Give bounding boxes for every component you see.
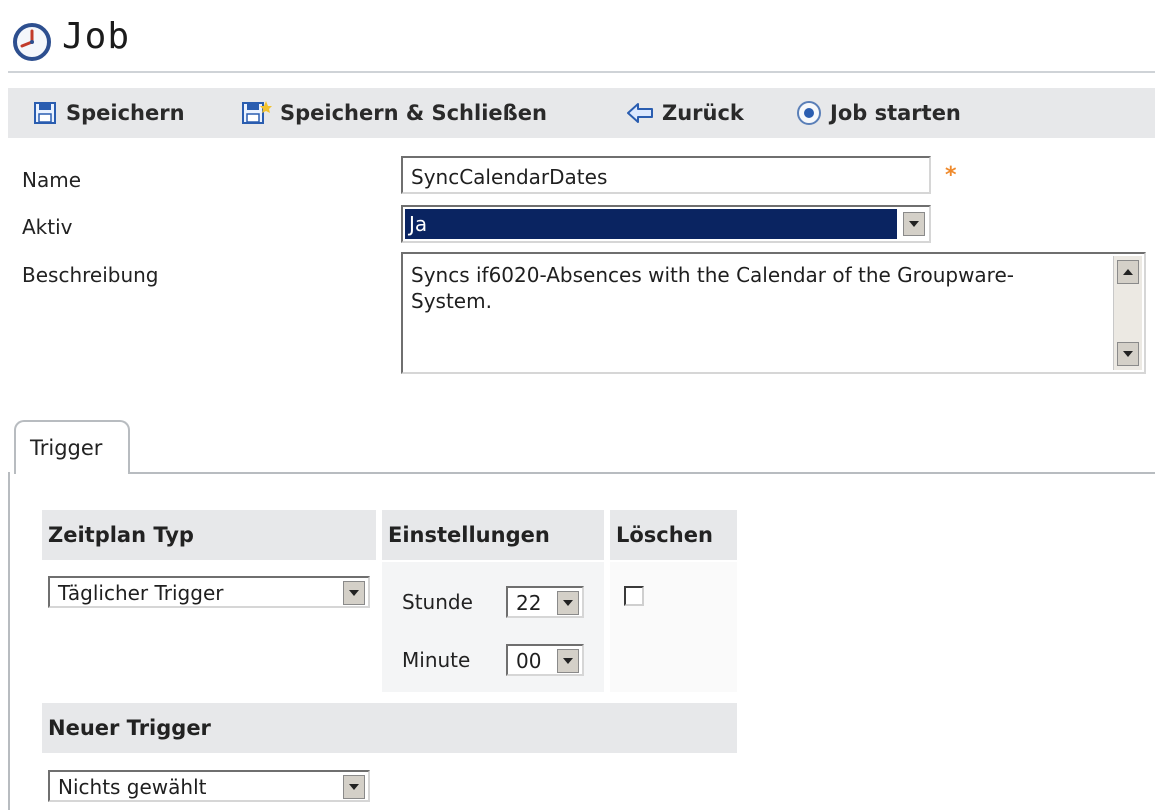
name-label: Name xyxy=(22,168,82,192)
save-label: Speichern xyxy=(66,101,185,125)
column-header-type: Zeitplan Typ xyxy=(42,510,376,560)
start-job-icon xyxy=(797,101,821,125)
description-scrollbar[interactable] xyxy=(1113,256,1142,370)
minute-select[interactable]: 00 xyxy=(506,644,584,676)
panel-border xyxy=(8,472,10,810)
description-value: Syncs if6020-Absences with the Calendar … xyxy=(411,263,1014,313)
description-label: Beschreibung xyxy=(22,263,159,287)
save-icon xyxy=(34,102,56,124)
active-label: Aktiv xyxy=(22,215,73,239)
chevron-down-icon[interactable] xyxy=(903,212,925,236)
new-trigger-select[interactable]: Nichts gewählt xyxy=(48,770,370,802)
save-button[interactable]: Speichern xyxy=(34,88,185,138)
back-button[interactable]: Zurück xyxy=(626,88,744,138)
minute-value: 00 xyxy=(516,649,542,673)
hour-label: Stunde xyxy=(402,590,473,614)
save-close-icon xyxy=(242,101,272,124)
column-header-delete: Löschen xyxy=(610,510,737,560)
column-header-settings: Einstellungen xyxy=(382,510,604,560)
required-marker: * xyxy=(945,163,957,188)
active-selected-value: Ja xyxy=(405,209,897,239)
schedule-type-value: Täglicher Trigger xyxy=(58,581,224,605)
name-value: SyncCalendarDates xyxy=(411,165,608,189)
page-header: Job xyxy=(0,0,1155,80)
tab-divider xyxy=(128,472,1155,474)
tab-trigger[interactable]: Trigger xyxy=(14,420,130,474)
tab-trigger-label: Trigger xyxy=(30,436,103,460)
hour-value: 22 xyxy=(516,591,542,615)
scroll-down-icon[interactable] xyxy=(1117,342,1139,366)
new-trigger-header: Neuer Trigger xyxy=(42,703,737,753)
chevron-down-icon[interactable] xyxy=(557,591,579,615)
new-trigger-value: Nichts gewählt xyxy=(58,775,207,799)
hour-select[interactable]: 22 xyxy=(506,586,584,618)
start-job-label: Job starten xyxy=(830,101,961,125)
start-job-button[interactable]: Job starten xyxy=(796,88,961,138)
page-title: Job xyxy=(62,16,131,57)
minute-label: Minute xyxy=(402,648,471,672)
chevron-down-icon[interactable] xyxy=(343,775,365,799)
title-divider xyxy=(8,71,1155,73)
active-select[interactable]: Ja xyxy=(401,205,931,243)
back-arrow-icon xyxy=(627,103,653,123)
description-textarea[interactable]: Syncs if6020-Absences with the Calendar … xyxy=(401,252,1146,374)
schedule-type-select[interactable]: Täglicher Trigger xyxy=(48,576,370,608)
save-close-button[interactable]: Speichern & Schließen xyxy=(242,88,547,138)
clock-icon xyxy=(13,23,51,61)
delete-checkbox[interactable] xyxy=(624,586,644,606)
back-label: Zurück xyxy=(662,101,744,125)
toolbar: Speichern Speichern & Schließen Zurück J… xyxy=(8,88,1155,138)
scroll-up-icon[interactable] xyxy=(1117,260,1139,284)
chevron-down-icon[interactable] xyxy=(557,649,579,673)
delete-cell xyxy=(610,562,737,692)
save-close-label: Speichern & Schließen xyxy=(280,101,547,125)
name-field[interactable]: SyncCalendarDates xyxy=(401,156,931,194)
chevron-down-icon[interactable] xyxy=(343,581,365,605)
